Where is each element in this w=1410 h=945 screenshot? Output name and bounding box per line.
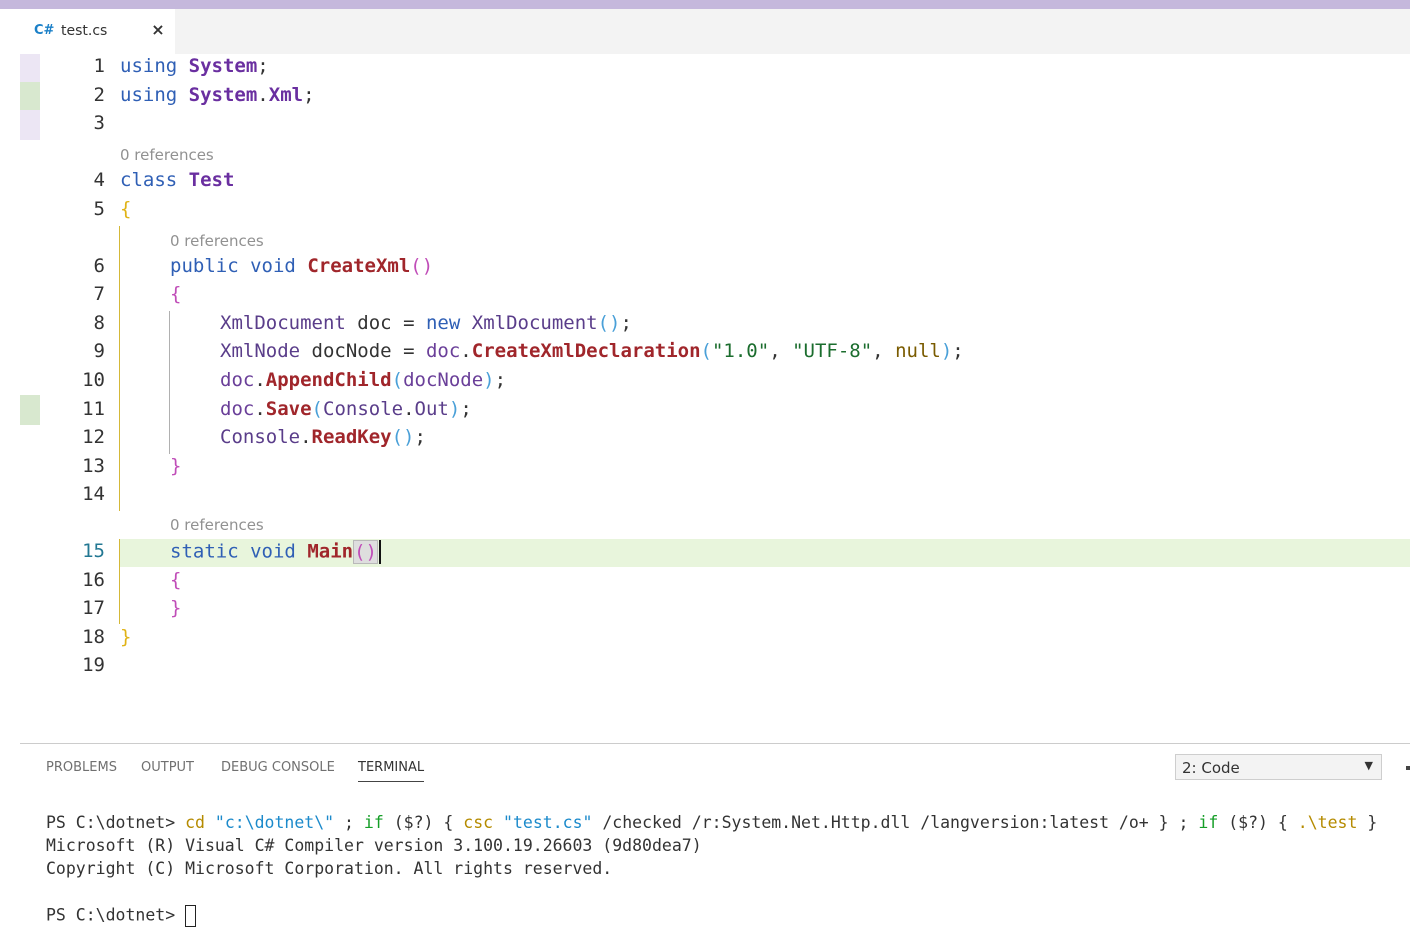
- tab-problems[interactable]: PROBLEMS: [46, 760, 117, 775]
- code-line-4: class Test: [120, 169, 235, 191]
- line-number: 11: [82, 398, 105, 420]
- tab-test-cs[interactable]: C# test.cs ×: [20, 9, 175, 54]
- line-number: 2: [93, 84, 105, 106]
- code-line-10: doc.AppendChild(docNode);: [220, 369, 507, 391]
- code-line-8: XmlDocument doc = new XmlDocument();: [220, 312, 632, 334]
- code-line-15: static void Main(): [170, 539, 381, 564]
- code-line-5: {: [120, 198, 132, 220]
- line-number: 3: [93, 112, 105, 134]
- line-number: 4: [93, 169, 105, 191]
- code-line-12: Console.ReadKey();: [220, 426, 426, 448]
- gutter-modified-marker: [20, 54, 40, 82]
- line-number-current: 15: [82, 540, 105, 562]
- text-cursor: [378, 540, 381, 564]
- line-number: 17: [82, 597, 105, 619]
- terminal-prompt[interactable]: PS C:\dotnet>: [46, 905, 197, 927]
- terminal-cursor: [185, 905, 197, 927]
- tab-terminal[interactable]: TERMINAL: [358, 760, 425, 782]
- line-number: 18: [82, 626, 105, 648]
- tab-debug-console[interactable]: DEBUG CONSOLE: [221, 760, 335, 775]
- line-number: 7: [93, 283, 105, 305]
- code-line-6: public void CreateXml(): [170, 255, 434, 277]
- line-number: 6: [93, 255, 105, 277]
- terminal-line-3: Copyright (C) Microsoft Corporation. All…: [46, 859, 613, 878]
- code-line-18: }: [120, 626, 132, 648]
- line-number: 5: [93, 198, 105, 220]
- tab-filename: test.cs: [61, 23, 108, 39]
- line-number: 8: [93, 312, 105, 334]
- line-number: 13: [82, 455, 105, 477]
- panel-action-icon[interactable]: [1406, 766, 1410, 770]
- code-editor[interactable]: 1 2 3 4 5 6 7 8 9 10 11 12 13 14 15 16 1…: [20, 54, 1410, 743]
- line-number: 1: [93, 55, 105, 77]
- code-line-9: XmlNode docNode = doc.CreateXmlDeclarati…: [220, 340, 964, 362]
- csharp-file-icon: C#: [34, 23, 55, 38]
- matched-parens: (): [353, 539, 378, 564]
- chevron-down-icon: ▼: [1364, 759, 1373, 772]
- gutter-added-marker: [20, 395, 40, 425]
- line-number: 14: [82, 483, 105, 505]
- code-line-2: using System.Xml;: [120, 84, 315, 106]
- gutter-modified-marker: [20, 110, 40, 140]
- window-accent-bar: [0, 0, 1410, 9]
- gutter-added-marker: [20, 82, 40, 110]
- indent-guide: [119, 539, 120, 624]
- editor-tab-bar: C# test.cs ×: [20, 9, 1410, 54]
- terminal-line-1: PS C:\dotnet> cd "c:\dotnet\" ; if ($?) …: [46, 813, 1378, 832]
- line-number: 16: [82, 569, 105, 591]
- activity-strip: [0, 9, 20, 944]
- code-line-11: doc.Save(Console.Out);: [220, 398, 472, 420]
- close-icon[interactable]: ×: [150, 21, 166, 39]
- codelens-references[interactable]: 0 references: [170, 516, 264, 534]
- indent-guide: [169, 311, 170, 454]
- indent-guide: [119, 226, 120, 511]
- code-line-1: using System;: [120, 55, 269, 77]
- line-number: 10: [82, 369, 105, 391]
- terminal-select[interactable]: 2: Code ▼: [1175, 754, 1382, 780]
- codelens-references[interactable]: 0 references: [170, 232, 264, 250]
- line-number: 19: [82, 654, 105, 676]
- line-number: 9: [93, 340, 105, 362]
- line-number: 12: [82, 426, 105, 448]
- code-line-7: {: [170, 283, 182, 305]
- terminal-select-value: 2: Code: [1182, 759, 1240, 777]
- terminal-line-2: Microsoft (R) Visual C# Compiler version…: [46, 836, 702, 855]
- bottom-panel: PROBLEMS OUTPUT DEBUG CONSOLE TERMINAL 2…: [20, 743, 1410, 945]
- code-line-16: {: [170, 569, 182, 591]
- tab-output[interactable]: OUTPUT: [141, 760, 194, 775]
- codelens-references[interactable]: 0 references: [120, 146, 214, 164]
- code-line-13: }: [170, 455, 182, 477]
- code-line-17: }: [170, 597, 182, 619]
